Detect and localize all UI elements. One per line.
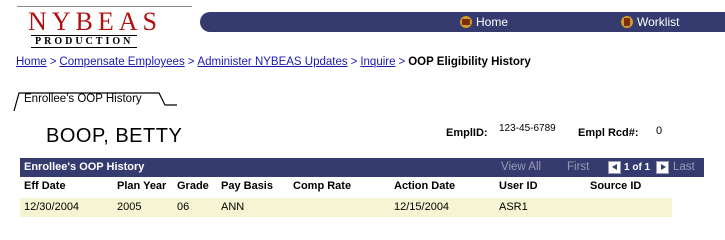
column-header-pay-basis: Pay Basis: [221, 180, 273, 192]
breadcrumb-inquire[interactable]: Inquire: [360, 56, 395, 68]
cell-eff-date: 12/30/2004: [24, 201, 80, 213]
tab-label: Enrollee's OOP History: [24, 93, 142, 105]
worklist-link[interactable]: Worklist: [621, 15, 679, 29]
column-header-comp-rate: Comp Rate: [293, 180, 352, 192]
grid-header: Enrollee's OOP History View All First 1 …: [20, 158, 704, 177]
breadcrumb: Home > Compensate Employees > Administer NYB…: [16, 56, 531, 68]
cell-action-date: 12/15/2004: [394, 201, 450, 213]
breadcrumb-separator: >: [350, 56, 358, 68]
cell-plan-year: 2005: [117, 201, 142, 213]
empl-rcd-label: Empl Rcd#:: [578, 127, 639, 139]
column-header-grade: Grade: [177, 180, 209, 192]
row-count: 1 of 1: [624, 162, 651, 173]
logo-name: NYBEAS: [28, 7, 163, 36]
breadcrumb-compensate-employees[interactable]: Compensate Employees: [59, 56, 184, 68]
first-link[interactable]: First: [567, 161, 589, 173]
employee-name: BOOP, BETTY: [46, 125, 183, 147]
breadcrumb-separator: >: [398, 56, 406, 68]
breadcrumb-administer-nybeas-updates[interactable]: Administer NYBEAS Updates: [197, 56, 347, 68]
empl-rcd-value: 0: [656, 125, 663, 137]
cell-pay-basis: ANN: [221, 201, 245, 213]
worklist-link-label: Worklist: [637, 15, 680, 29]
breadcrumb-separator: >: [187, 56, 195, 68]
column-header-action-date: Action Date: [394, 180, 456, 192]
cell-grade: 06: [177, 201, 190, 213]
cell-user-id: ASR1: [499, 201, 528, 213]
nybeas-logo: NYBEAS PRODUCTION: [17, 6, 192, 48]
next-icon[interactable]: [656, 161, 669, 174]
column-header-eff-date: Eff Date: [24, 180, 66, 192]
last-link[interactable]: Last: [673, 161, 695, 173]
grid-title: Enrollee's OOP History: [24, 161, 145, 173]
worklist-icon: [621, 16, 633, 28]
breadcrumb-home[interactable]: Home: [16, 56, 47, 68]
oop-history-grid: Enrollee's OOP History View All First 1 …: [20, 158, 704, 221]
emplid-label: EmplID:: [446, 127, 488, 139]
home-link[interactable]: Home: [460, 15, 508, 29]
home-icon: [460, 16, 472, 28]
home-link-label: Home: [476, 15, 509, 29]
breadcrumb-separator: >: [49, 56, 57, 68]
column-header-plan-year: Plan Year: [117, 180, 167, 192]
view-all-link[interactable]: View All: [501, 161, 541, 173]
column-header-source-id: Source ID: [590, 180, 642, 192]
logo-subtitle: PRODUCTION: [31, 35, 138, 48]
emplid-value: 123-45-6789: [499, 123, 556, 134]
previous-icon[interactable]: [608, 161, 621, 174]
column-header-user-id: User ID: [499, 180, 538, 192]
breadcrumb-current: OOP Eligibility History: [408, 56, 531, 68]
